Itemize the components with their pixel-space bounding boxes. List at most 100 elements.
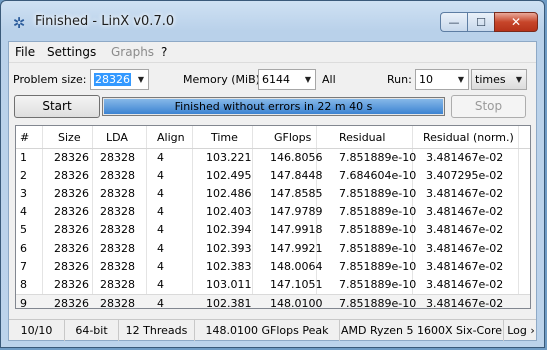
table-row[interactable]: 8 28326 28328 4 103.011 147.1051 7.851889e-10 3… bbox=[16, 276, 530, 293]
table-cell: 102.383 bbox=[206, 259, 252, 273]
table-cell: 7.684604e-10 bbox=[339, 169, 417, 183]
table-row[interactable]: 1 28326 28328 4 103.221 146.8056 7.851889e-10 3… bbox=[16, 149, 530, 166]
table-cell: 103.011 bbox=[206, 277, 252, 291]
column-header[interactable]: Residual (norm.) bbox=[423, 131, 514, 144]
problem-size-value: 28326 bbox=[94, 73, 131, 86]
title-bar[interactable]: ✲ Finished - LinX v0.7.0 — ☐ ✕ bbox=[1, 1, 544, 39]
table-cell: 7.851889e-10 bbox=[339, 241, 417, 255]
table-cell: 7.851889e-10 bbox=[339, 187, 417, 201]
memory-combo[interactable]: 6144 ▼ bbox=[258, 69, 316, 90]
maximize-button[interactable]: ☐ bbox=[467, 12, 494, 32]
table-cell: 28326 bbox=[54, 169, 89, 183]
table-cell: 147.9918 bbox=[270, 223, 323, 237]
menu-bar: File Settings Graphs ? bbox=[9, 42, 536, 63]
table-cell: 3.481467e-02 bbox=[426, 296, 504, 309]
table-row[interactable]: 3 28326 28328 4 102.486 147.8585 7.851889e-10 3… bbox=[16, 185, 530, 202]
table-cell: 28326 bbox=[54, 296, 89, 309]
table-cell: 3.481467e-02 bbox=[426, 205, 504, 219]
table-cell: 28326 bbox=[54, 187, 89, 201]
table-cell: 1 bbox=[20, 151, 27, 164]
status-bar: 10/10 64-bit 12 Threads 148.0100 GFlops … bbox=[9, 319, 536, 341]
table-cell: 28328 bbox=[100, 151, 135, 164]
table-cell: 28328 bbox=[100, 241, 135, 255]
menu-graphs[interactable]: Graphs bbox=[111, 45, 154, 59]
memory-label: Memory (MiB): bbox=[183, 73, 264, 86]
table-cell: 3.481467e-02 bbox=[426, 259, 504, 273]
run-count-combo[interactable]: 10 ▼ bbox=[415, 69, 469, 90]
table-cell: 3 bbox=[20, 187, 27, 201]
close-icon: ✕ bbox=[510, 15, 522, 29]
table-cell: 148.0064 bbox=[270, 259, 323, 273]
table-cell: 28328 bbox=[100, 223, 135, 237]
log-button[interactable]: Log › bbox=[504, 320, 538, 341]
app-window: ✲ Finished - LinX v0.7.0 — ☐ ✕ File Sett… bbox=[0, 0, 545, 348]
column-header[interactable]: LDA bbox=[106, 131, 128, 144]
problem-size-label: Problem size: bbox=[13, 73, 87, 86]
table-cell: 4 bbox=[157, 277, 164, 291]
table-cell: 28328 bbox=[100, 277, 135, 291]
table-cell: 2 bbox=[20, 169, 27, 183]
results-table[interactable]: # Size LDA Align Time GFlops Residual Residual … bbox=[15, 125, 531, 309]
status-cpu: AMD Ryzen 5 1600X Six-Core bbox=[340, 320, 504, 341]
table-row[interactable]: 2 28326 28328 4 102.495 147.8448 7.684604e-10 3… bbox=[16, 167, 530, 184]
menu-help[interactable]: ? bbox=[161, 45, 167, 59]
status-arch: 64-bit bbox=[65, 320, 119, 341]
table-cell: 147.8585 bbox=[270, 187, 323, 201]
table-cell: 4 bbox=[157, 151, 164, 164]
table-row[interactable]: 9 28326 28328 4 102.381 148.0100 7.851889e-10 3… bbox=[16, 293, 530, 309]
table-cell: 7.851889e-10 bbox=[339, 205, 417, 219]
table-row[interactable]: 7 28326 28328 4 102.383 148.0064 7.851889e-10 3… bbox=[16, 258, 530, 275]
column-header[interactable]: GFlops bbox=[274, 131, 311, 144]
table-cell: 4 bbox=[20, 205, 27, 219]
table-cell: 102.403 bbox=[206, 205, 252, 219]
status-threads: 12 Threads bbox=[119, 320, 195, 341]
problem-size-combo[interactable]: 28326 ▼ bbox=[90, 69, 149, 90]
table-cell: 28328 bbox=[100, 259, 135, 273]
column-header[interactable]: # bbox=[20, 131, 29, 144]
column-header[interactable]: Time bbox=[211, 131, 238, 144]
table-row[interactable]: 6 28326 28328 4 102.393 147.9921 7.851889e-10 3… bbox=[16, 240, 530, 257]
maximize-icon: ☐ bbox=[476, 15, 486, 29]
table-cell: 4 bbox=[157, 169, 164, 183]
table-cell: 148.0100 bbox=[270, 296, 323, 309]
minimize-icon: — bbox=[448, 15, 460, 29]
table-cell: 28326 bbox=[54, 259, 89, 273]
memory-value: 6144 bbox=[262, 73, 290, 86]
menu-file[interactable]: File bbox=[15, 45, 35, 59]
table-cell: 9 bbox=[20, 296, 27, 309]
table-cell: 7.851889e-10 bbox=[339, 277, 417, 291]
table-row[interactable]: 5 28326 28328 4 102.394 147.9918 7.851889e-10 3… bbox=[16, 221, 530, 238]
column-header[interactable]: Residual bbox=[339, 131, 385, 144]
progress-text: Finished without errors in 22 m 40 s bbox=[174, 100, 373, 113]
column-header[interactable]: Size bbox=[58, 131, 81, 144]
table-cell: 102.495 bbox=[206, 169, 252, 183]
table-cell: 28326 bbox=[54, 205, 89, 219]
table-cell: 147.9789 bbox=[270, 205, 323, 219]
start-button[interactable]: Start bbox=[14, 95, 100, 118]
table-cell: 102.486 bbox=[206, 187, 252, 201]
table-cell: 3.481467e-02 bbox=[426, 223, 504, 237]
window-title: Finished - LinX v0.7.0 bbox=[35, 14, 175, 29]
client-area: File Settings Graphs ? Problem size: 283… bbox=[8, 41, 537, 341]
table-cell: 3.407295e-02 bbox=[426, 169, 504, 183]
minimize-button[interactable]: — bbox=[440, 12, 467, 32]
table-cell: 28328 bbox=[100, 187, 135, 201]
run-unit-combo[interactable]: times ▼ bbox=[471, 69, 527, 90]
table-cell: 146.8056 bbox=[270, 151, 323, 164]
table-cell: 3.481467e-02 bbox=[426, 187, 504, 201]
table-cell: 3.481467e-02 bbox=[426, 277, 504, 291]
menu-settings[interactable]: Settings bbox=[47, 45, 96, 59]
table-cell: 28326 bbox=[54, 151, 89, 164]
chevron-down-icon: ▼ bbox=[515, 75, 522, 84]
table-cell: 4 bbox=[157, 241, 164, 255]
table-row[interactable]: 4 28326 28328 4 102.403 147.9789 7.851889e-10 3… bbox=[16, 203, 530, 220]
all-label[interactable]: All bbox=[322, 73, 336, 86]
stop-button[interactable]: Stop bbox=[451, 95, 526, 118]
close-button[interactable]: ✕ bbox=[494, 12, 538, 32]
table-cell: 7 bbox=[20, 259, 27, 273]
table-cell: 103.221 bbox=[206, 151, 252, 164]
table-cell: 102.393 bbox=[206, 241, 252, 255]
column-header[interactable]: Align bbox=[157, 131, 185, 144]
table-cell: 28326 bbox=[54, 277, 89, 291]
progress-bar: Finished without errors in 22 m 40 s bbox=[102, 97, 445, 116]
